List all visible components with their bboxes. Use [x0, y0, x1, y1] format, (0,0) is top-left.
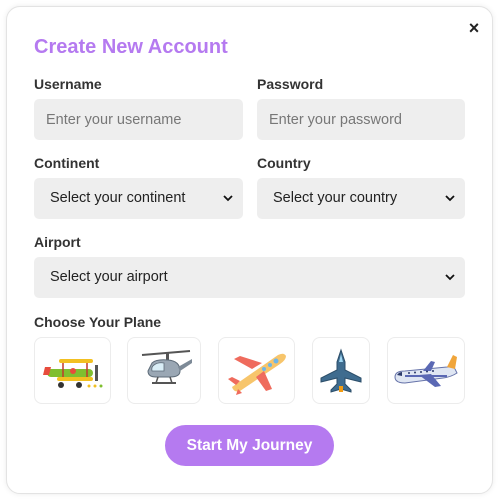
- plane-option-airliner[interactable]: [387, 337, 465, 404]
- helicopter-icon: [141, 349, 192, 384]
- country-select[interactable]: Select your country: [257, 178, 465, 219]
- username-label: Username: [34, 76, 102, 92]
- choose-plane-label: Choose Your Plane: [34, 314, 162, 330]
- dialog-title: Create New Account: [34, 36, 228, 58]
- airport-select[interactable]: Select your airport: [34, 257, 465, 298]
- continent-select[interactable]: Select your continent: [34, 178, 243, 219]
- plane-option-fighter-jet[interactable]: [312, 337, 370, 404]
- plane-option-helicopter[interactable]: [127, 337, 201, 404]
- plane-option-biplane[interactable]: [34, 337, 111, 404]
- country-select-value: Select your country: [273, 190, 398, 206]
- close-icon[interactable]: ×: [466, 19, 482, 37]
- airplane-icon: [227, 353, 286, 395]
- username-input[interactable]: [34, 99, 243, 140]
- continent-select-value: Select your continent: [50, 190, 186, 206]
- airport-select-value: Select your airport: [50, 269, 168, 285]
- password-label: Password: [257, 76, 324, 92]
- country-label: Country: [257, 155, 311, 171]
- chevron-down-icon: [445, 257, 455, 298]
- continent-label: Continent: [34, 155, 100, 171]
- biplane-icon: [42, 358, 102, 388]
- password-input[interactable]: [257, 99, 465, 140]
- chevron-down-icon: [223, 178, 233, 219]
- fighter-jet-icon: [320, 347, 362, 393]
- airport-label: Airport: [34, 234, 81, 250]
- chevron-down-icon: [445, 178, 455, 219]
- start-journey-button[interactable]: Start My Journey: [165, 425, 334, 466]
- plane-option-airplane[interactable]: [218, 337, 295, 404]
- airliner-icon: [394, 354, 458, 387]
